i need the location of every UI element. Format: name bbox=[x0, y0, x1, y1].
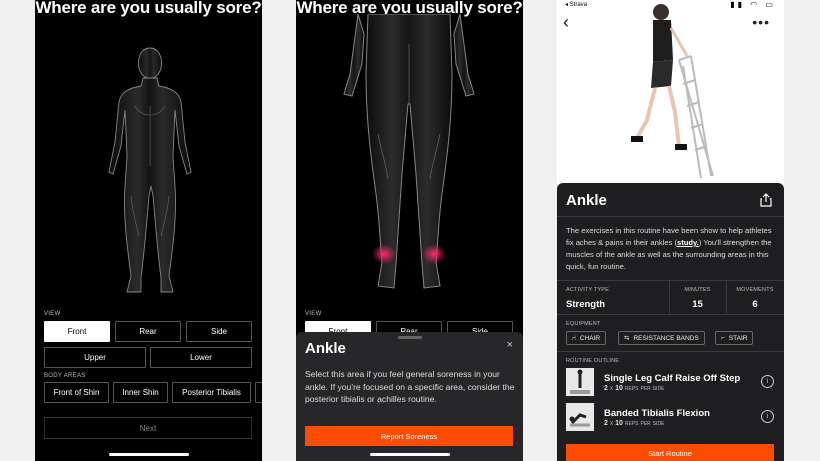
exercise-illustration bbox=[631, 4, 714, 179]
side-label: SIDE bbox=[652, 421, 665, 427]
tibialis-thumb-image bbox=[569, 413, 590, 427]
status-back-to-strava[interactable]: ◂ Strava bbox=[565, 1, 587, 8]
info-icon[interactable]: i bbox=[761, 375, 774, 388]
exercise-thumbnail[interactable] bbox=[566, 368, 594, 396]
equipment-chair-label: CHAIR bbox=[579, 334, 601, 342]
exercise-thumbnail[interactable] bbox=[566, 403, 594, 431]
exercise-x: X bbox=[609, 421, 614, 427]
divider bbox=[557, 314, 784, 315]
per-label: PER bbox=[640, 386, 651, 392]
left-ankle-highlight[interactable] bbox=[372, 244, 396, 264]
movements-value: 6 bbox=[752, 299, 758, 310]
share-icon[interactable] bbox=[759, 193, 773, 207]
routine-card: Ankle The exercises in this routine have… bbox=[557, 183, 784, 461]
home-indicator[interactable] bbox=[369, 453, 450, 456]
view-rear-button[interactable]: Rear bbox=[115, 321, 181, 342]
view-section-label: VIEW bbox=[305, 311, 322, 317]
body-areas-label: BODY AREAS bbox=[44, 373, 86, 379]
exercise-sets: 2 bbox=[604, 385, 608, 392]
right-ankle-highlight[interactable] bbox=[422, 244, 446, 264]
exercise-reps: 10 bbox=[615, 420, 623, 427]
activity-type-label: ACTIVITY TYPE bbox=[566, 287, 610, 293]
equipment-stair-label: STAIR bbox=[728, 334, 748, 342]
body-figure-legs[interactable] bbox=[338, 14, 480, 294]
sheet-description: Select this area if you feel general sor… bbox=[305, 369, 515, 404]
area-inner-shin-button[interactable]: Inner Shin bbox=[113, 382, 168, 403]
back-chevron-icon[interactable]: ‹ bbox=[563, 12, 569, 33]
equipment-bands-label: RESISTANCE BANDS bbox=[633, 334, 699, 342]
report-soreness-button[interactable]: Report Soreness bbox=[305, 426, 513, 446]
status-icons: ▮▮ ◠ ▭ bbox=[730, 0, 776, 9]
start-routine-button[interactable]: Start Routine bbox=[566, 444, 774, 461]
minutes-label: MINUTES bbox=[684, 287, 711, 293]
exercise-x: X bbox=[609, 386, 614, 392]
area-front-of-shin-button[interactable]: Front of Shin bbox=[44, 382, 109, 403]
equipment-resistance-bands[interactable]: ⇆ RESISTANCE BANDS bbox=[618, 331, 705, 345]
next-button[interactable]: Next bbox=[44, 417, 252, 439]
routine-description: The exercises in this routine have been … bbox=[566, 225, 778, 273]
body-figure-front[interactable] bbox=[105, 46, 195, 298]
exercise-meta: 2 X 10 REPS PER SIDE bbox=[604, 385, 664, 392]
divider bbox=[557, 216, 784, 217]
minutes-value: 15 bbox=[692, 299, 703, 310]
activity-type-value: Strength bbox=[566, 299, 606, 310]
routine-outline-label: ROUTINE OUTLINE bbox=[566, 358, 620, 364]
exercise-name[interactable]: Single Leg Calf Raise Off Step bbox=[604, 373, 740, 384]
exercise-meta: 2 X 10 REPS PER SIDE bbox=[604, 420, 664, 427]
chair-icon: ⑁ bbox=[572, 334, 576, 342]
region-upper-button[interactable]: Upper bbox=[44, 347, 146, 368]
study-link[interactable]: study. bbox=[677, 238, 699, 247]
per-label: PER bbox=[640, 421, 651, 427]
info-icon[interactable]: i bbox=[761, 410, 774, 423]
sheet-grabber[interactable] bbox=[397, 336, 422, 339]
calf-raise-thumb-image bbox=[570, 369, 590, 394]
region-lower-button[interactable]: Lower bbox=[150, 347, 252, 368]
page-title: Where are you usually sore? bbox=[35, 0, 262, 17]
routine-title: Ankle bbox=[566, 192, 607, 209]
area-posterior-tibialis-button[interactable]: Posterior Tibialis bbox=[172, 382, 251, 403]
close-icon[interactable]: × bbox=[507, 339, 513, 351]
equipment-chair[interactable]: ⑁ CHAIR bbox=[566, 331, 607, 345]
side-label: SIDE bbox=[652, 386, 665, 392]
view-side-button[interactable]: Side bbox=[186, 321, 252, 342]
exercise-sets: 2 bbox=[604, 420, 608, 427]
equipment-label: EQUIPMENT bbox=[566, 321, 601, 327]
exercise-reps: 10 bbox=[615, 385, 623, 392]
view-front-button[interactable]: Front bbox=[44, 321, 110, 342]
reps-label: REPS bbox=[624, 386, 639, 392]
screen-body-select-front: Where are you usually sore? VIEW Front R… bbox=[35, 0, 262, 461]
equipment-stair[interactable]: ⌐ STAIR bbox=[715, 331, 754, 345]
more-options-icon[interactable]: ••• bbox=[752, 14, 770, 30]
reps-label: REPS bbox=[624, 421, 639, 427]
area-next-chip[interactable] bbox=[255, 382, 262, 403]
screen-body-select-zoom: Where are you usually sore? VIEW Front R… bbox=[296, 0, 523, 461]
band-icon: ⇆ bbox=[624, 335, 630, 342]
home-indicator[interactable] bbox=[108, 453, 189, 456]
stair-icon: ⌐ bbox=[721, 334, 725, 342]
divider bbox=[557, 351, 784, 352]
view-section-label: VIEW bbox=[44, 311, 61, 317]
ankle-bottom-sheet: Ankle × Select this area if you feel gen… bbox=[296, 332, 523, 461]
screen-routine-detail: ◂ Strava ▮▮ ◠ ▭ ‹ ••• Ankle The exercise… bbox=[557, 0, 784, 461]
movements-label: MOVEMENTS bbox=[736, 287, 774, 293]
divider bbox=[557, 280, 784, 281]
sheet-title: Ankle bbox=[305, 340, 346, 357]
exercise-name[interactable]: Banded Tibialis Flexion bbox=[604, 408, 710, 419]
